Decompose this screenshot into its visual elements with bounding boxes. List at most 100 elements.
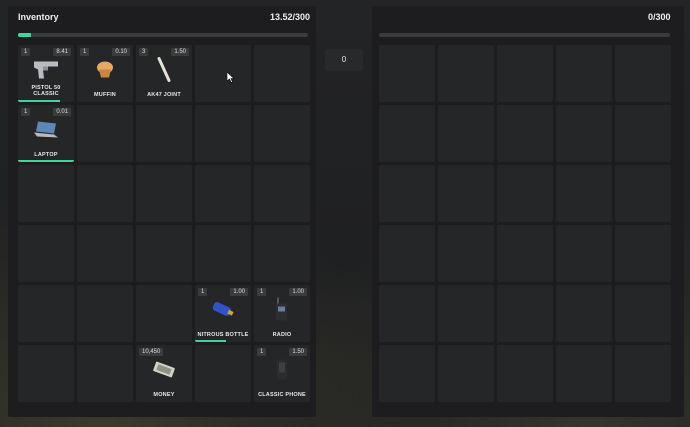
empty-slot[interactable] <box>254 225 310 282</box>
item-name: LAPTOP <box>34 152 58 158</box>
empty-slot[interactable] <box>556 165 612 222</box>
item-weight: 8.41 <box>53 48 71 56</box>
inventory-weight-bar <box>18 33 308 37</box>
item-count: 1 <box>198 288 208 296</box>
empty-slot[interactable] <box>77 225 133 282</box>
inventory-weight: 13.52/300 <box>270 12 311 22</box>
phone-icon <box>275 359 289 386</box>
empty-slot[interactable] <box>379 225 435 282</box>
empty-slot[interactable] <box>497 345 553 402</box>
empty-slot[interactable] <box>254 45 310 102</box>
empty-slot[interactable] <box>195 225 251 282</box>
empty-slot[interactable] <box>136 105 192 162</box>
empty-slot[interactable] <box>379 105 435 162</box>
pistol-icon <box>31 58 61 87</box>
item-count: 10,450 <box>139 348 164 356</box>
empty-slot[interactable] <box>615 345 671 402</box>
empty-slot[interactable] <box>18 285 74 342</box>
empty-slot[interactable] <box>195 165 251 222</box>
empty-slot[interactable] <box>438 225 494 282</box>
empty-slot[interactable] <box>379 285 435 342</box>
empty-slot[interactable] <box>254 105 310 162</box>
item-weight: 1.50 <box>289 348 307 356</box>
empty-slot[interactable] <box>77 345 133 402</box>
empty-slot[interactable] <box>136 225 192 282</box>
empty-slot[interactable] <box>77 105 133 162</box>
empty-slot[interactable] <box>497 165 553 222</box>
secondary-weight: 0/300 <box>648 12 671 22</box>
empty-slot[interactable] <box>615 285 671 342</box>
empty-slot[interactable] <box>195 105 251 162</box>
amount-input[interactable]: 0 <box>325 49 363 71</box>
empty-slot[interactable] <box>615 105 671 162</box>
slot-muffin[interactable]: 1 0.10 MUFFIN <box>77 45 133 102</box>
slot-pistol[interactable]: 1 8.41 PISTOL 50 CLASSIC <box>18 45 74 102</box>
item-durability-bar <box>195 340 226 342</box>
secondary-inventory-grid <box>379 45 671 402</box>
empty-slot[interactable] <box>497 225 553 282</box>
slot-money[interactable]: 10,450 MONEY <box>136 345 192 402</box>
empty-slot[interactable] <box>497 45 553 102</box>
cash-icon <box>151 361 177 384</box>
empty-slot[interactable] <box>379 345 435 402</box>
empty-slot[interactable] <box>615 45 671 102</box>
item-name: AK47 JOINT <box>147 92 181 98</box>
item-weight: 1.00 <box>230 288 248 296</box>
item-weight: 1.00 <box>289 288 307 296</box>
empty-slot[interactable] <box>438 45 494 102</box>
empty-slot[interactable] <box>136 285 192 342</box>
inventory-title: Inventory <box>18 12 59 22</box>
item-weight: 0.01 <box>53 108 71 116</box>
nitrous-bottle-icon <box>210 299 236 326</box>
empty-slot[interactable] <box>77 285 133 342</box>
empty-slot[interactable] <box>195 45 251 102</box>
player-inventory-grid: 1 8.41 PISTOL 50 CLASSIC 1 0.10 MUFFIN 3… <box>18 45 310 402</box>
empty-slot[interactable] <box>615 225 671 282</box>
item-name: NITROUS BOTTLE <box>197 332 249 338</box>
item-count: 1 <box>21 108 31 116</box>
empty-slot[interactable] <box>379 165 435 222</box>
inventory-weight-fill <box>18 33 32 37</box>
empty-slot[interactable] <box>556 285 612 342</box>
empty-slot[interactable] <box>254 165 310 222</box>
empty-slot[interactable] <box>615 165 671 222</box>
item-count: 1 <box>21 48 31 56</box>
item-name: MUFFIN <box>94 92 116 98</box>
muffin-icon <box>95 61 115 84</box>
laptop-icon <box>32 120 60 145</box>
item-count: 1 <box>80 48 90 56</box>
empty-slot[interactable] <box>77 165 133 222</box>
empty-slot[interactable] <box>379 45 435 102</box>
empty-slot[interactable] <box>195 345 251 402</box>
empty-slot[interactable] <box>556 225 612 282</box>
joint-icon <box>154 57 174 88</box>
item-name: RADIO <box>272 332 292 338</box>
slot-phone[interactable]: 1 1.50 CLASSIC PHONE <box>254 345 310 402</box>
radio-icon <box>272 297 292 328</box>
item-count: 1 <box>257 288 267 296</box>
empty-slot[interactable] <box>438 285 494 342</box>
item-name: PISTOL 50 CLASSIC <box>31 85 61 97</box>
slot-joint[interactable]: 3 1.50 AK47 JOINT <box>136 45 192 102</box>
empty-slot[interactable] <box>136 165 192 222</box>
item-weight: 1.50 <box>171 48 189 56</box>
empty-slot[interactable] <box>438 345 494 402</box>
item-count: 1 <box>257 348 267 356</box>
empty-slot[interactable] <box>556 345 612 402</box>
empty-slot[interactable] <box>497 105 553 162</box>
empty-slot[interactable] <box>497 285 553 342</box>
empty-slot[interactable] <box>18 345 74 402</box>
empty-slot[interactable] <box>556 105 612 162</box>
slot-radio[interactable]: 1 1.00 RADIO <box>254 285 310 342</box>
item-weight: 0.10 <box>112 48 130 56</box>
empty-slot[interactable] <box>18 225 74 282</box>
empty-slot[interactable] <box>438 105 494 162</box>
secondary-weight-bar <box>379 33 670 37</box>
empty-slot[interactable] <box>438 165 494 222</box>
empty-slot[interactable] <box>556 45 612 102</box>
item-name: MONEY <box>153 392 175 398</box>
slot-laptop[interactable]: 1 0.01 LAPTOP <box>18 105 74 162</box>
item-name: CLASSIC PHONE <box>258 392 306 398</box>
slot-nitrous-bottle[interactable]: 1 1.00 NITROUS BOTTLE <box>195 285 251 342</box>
empty-slot[interactable] <box>18 165 74 222</box>
